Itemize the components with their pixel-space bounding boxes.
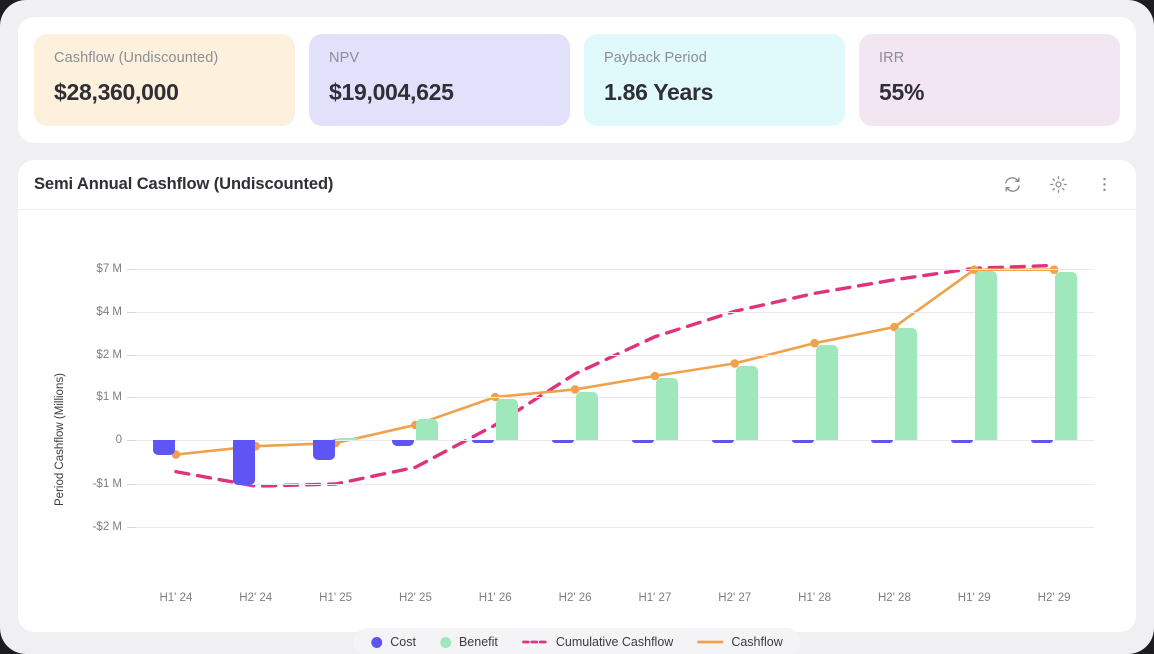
bar-benefit[interactable] [336,437,359,440]
bar-benefit[interactable] [815,345,838,440]
y-tick-label: $1 M [96,391,122,403]
gridline [136,397,1094,398]
chart-header-actions [1003,175,1114,194]
bar-benefit[interactable] [416,419,439,440]
legend-swatch-dot [371,636,383,648]
bar-cost[interactable] [312,440,335,460]
x-tick-label: H2' 29 [1037,592,1071,604]
bar-cost[interactable] [631,440,654,443]
kpi-label: Payback Period [604,50,707,66]
x-tick-label: H2' 27 [718,592,752,604]
legend-item-benefit[interactable]: Benefit [439,635,498,649]
bar-cost[interactable] [791,440,814,443]
bar-benefit[interactable] [655,378,678,440]
y-tick-label: 0 [115,434,122,446]
gridline [136,269,1094,270]
bar-benefit[interactable] [576,391,599,440]
kpi-value: $19,004,625 [329,78,454,105]
kpi-value: $28,360,000 [54,78,179,105]
kpi-summary-bar: Cashflow (Undiscounted) $28,360,000 NPV $19… [18,17,1136,143]
x-tick-label: H2' 25 [398,592,432,604]
page-root: Cashflow (Undiscounted) $28,360,000 NPV $19… [0,0,1154,654]
bar-benefit[interactable] [895,328,918,440]
more-vertical-icon[interactable] [1095,175,1114,194]
y-tick-mark [127,397,136,398]
kpi-label: IRR [879,50,905,66]
line-cashflow [174,268,1056,456]
bar-cost[interactable] [951,440,974,443]
y-tick-mark [127,269,136,270]
kpi-card-irr: IRR 55% [859,34,1120,126]
gridline [136,484,1094,485]
legend-label: Cost [390,635,416,649]
bar-cost[interactable] [232,440,255,485]
chart-card-header: Semi Annual Cashflow (Undiscounted) [18,160,1136,210]
chart-title: Semi Annual Cashflow (Undiscounted) [34,175,334,193]
kpi-value: 55% [879,78,925,105]
kpi-card-payback-period: Payback Period 1.86 Years [584,34,845,126]
legend-item-cost[interactable]: Cost [371,635,416,649]
x-tick-label: H2' 28 [877,592,911,604]
legend-label: Cumulative Cashflow [555,635,674,649]
x-tick-label: H1' 24 [159,592,193,604]
bar-cost[interactable] [871,440,894,443]
bar-benefit[interactable] [496,399,519,440]
chart-card: Semi Annual Cashflow (Undiscounted) Peri… [18,160,1136,654]
bar-cost[interactable] [552,440,575,443]
bar-cost[interactable] [711,440,734,443]
y-tick-label: -$2 M [92,521,122,533]
x-tick-label: H1' 29 [957,592,991,604]
bar-benefit[interactable] [735,365,758,440]
refresh-icon[interactable] [1003,175,1022,194]
legend-item-cumulative-cashflow[interactable]: Cumulative Cashflow [521,635,674,649]
kpi-label: NPV [329,50,360,66]
kpi-card-cashflow-undiscounted: Cashflow (Undiscounted) $28,360,000 [34,34,295,126]
line-cumulative-cashflow [174,263,1056,488]
x-tick-label: H2' 24 [239,592,273,604]
x-tick-label: H1' 25 [319,592,353,604]
kpi-card-npv: NPV $19,004,625 [309,34,570,126]
y-tick-mark [127,484,136,485]
y-tick-label: $2 M [96,349,122,361]
y-tick-mark [127,527,136,528]
y-tick-mark [127,355,136,356]
y-axis-ticks: $7 M $4 M $2 M $1 M 0 -$1 M -$2 M [60,210,122,631]
gear-icon[interactable] [1049,175,1068,194]
y-tick-label: -$1 M [92,478,122,490]
y-tick-mark [127,312,136,313]
legend-label: Cashflow [731,635,783,649]
x-tick-label: H1' 26 [478,592,512,604]
kpi-value: 1.86 Years [604,78,714,105]
bar-cost[interactable] [1031,440,1054,443]
legend-swatch-line [521,640,548,644]
legend-label: Benefit [458,635,498,649]
legend-swatch-line [697,640,724,644]
chart-plot-area: Period Cashflow (Millions) $7 M $4 M $2 M $… [18,210,1136,654]
legend-item-cashflow[interactable]: Cashflow [697,635,783,649]
y-tick-label: $7 M [96,263,122,275]
bar-benefit[interactable] [1055,271,1078,440]
gridline [136,527,1094,528]
x-tick-label: H2' 26 [558,592,592,604]
bar-benefit[interactable] [975,271,998,440]
y-tick-mark [127,440,136,441]
x-tick-label: H1' 27 [638,592,672,604]
bar-cost[interactable] [152,440,175,455]
gridline [136,355,1094,356]
bar-cost[interactable] [392,440,415,446]
gridline [136,312,1094,313]
bar-cost[interactable] [472,440,495,444]
x-tick-label: H1' 28 [798,592,832,604]
kpi-label: Cashflow (Undiscounted) [54,50,219,66]
legend-swatch-dot [439,636,451,648]
chart-legend: Cost Benefit Cumulative Cashflow Cashflow [353,628,801,654]
y-tick-label: $4 M [96,306,122,318]
